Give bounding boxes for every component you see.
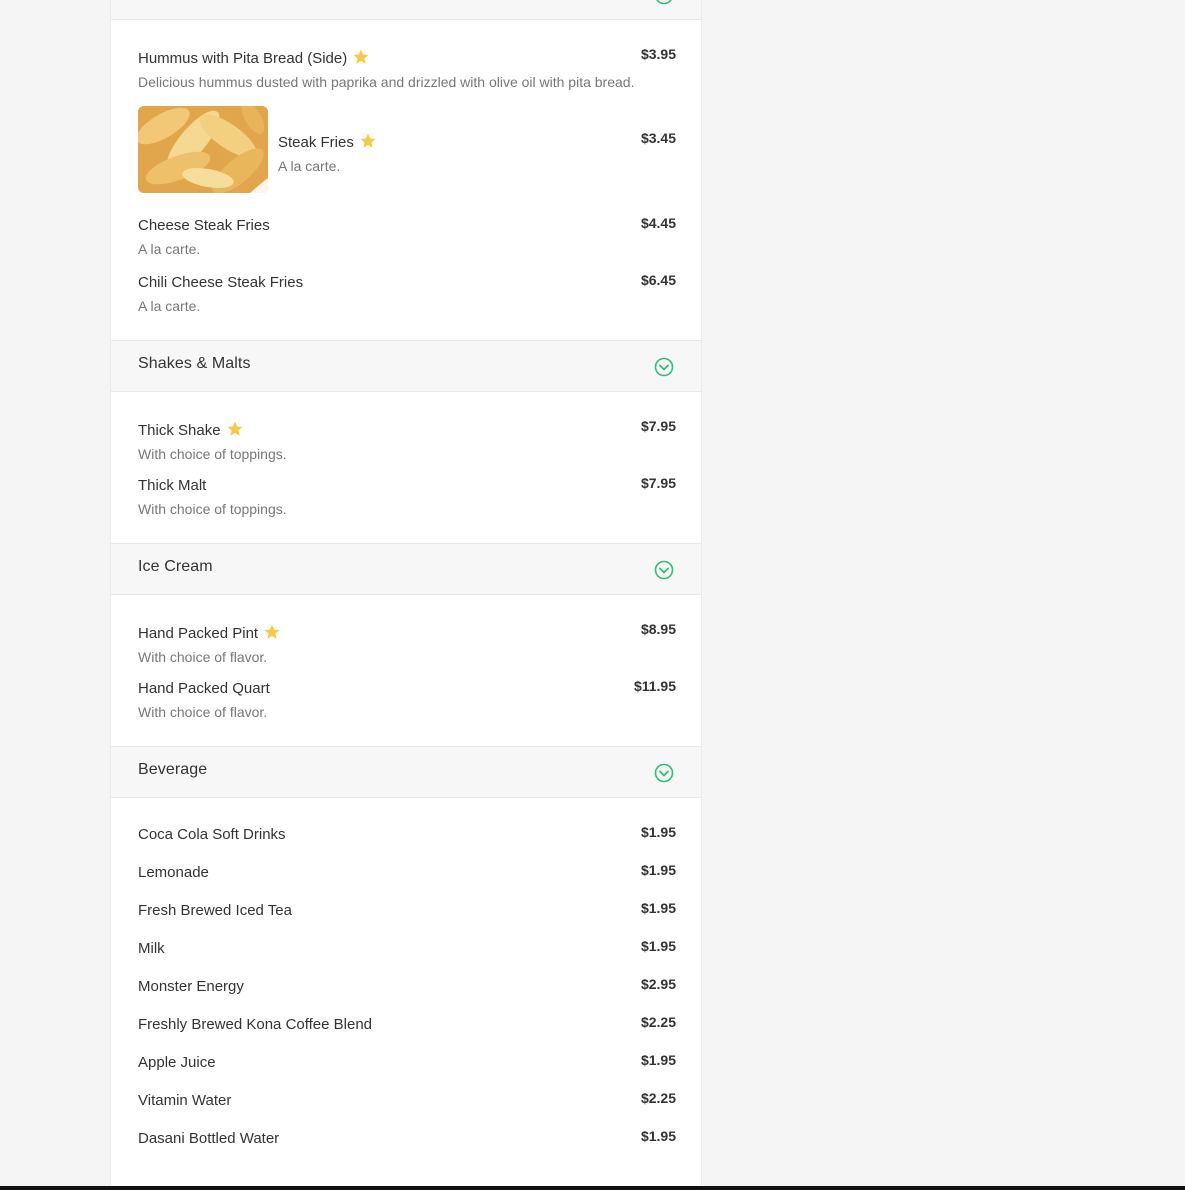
item-name: Thick Malt [138,477,207,494]
item-price: $11.95 [633,678,676,694]
item-price: $3.45 [640,130,676,146]
item-price: $3.95 [640,46,676,62]
item-description: Delicious hummus dusted with paprika and… [138,74,635,90]
menu-item-beverage[interactable]: Milk $1.95 [138,938,676,958]
chevron-down-icon[interactable] [654,0,674,5]
item-price: $1.95 [640,862,676,878]
menu-item-beverage[interactable]: Fresh Brewed Iced Tea $1.95 [138,900,676,920]
item-description: With choice of toppings. [138,446,287,462]
menu-column: Hummus with Pita Bread (Side) Delicious … [110,0,702,1186]
section-header-ice-cream[interactable]: Ice Cream [111,543,701,595]
section-header-previous[interactable] [111,0,701,20]
star-icon [264,624,280,639]
item-description: A la carte. [138,241,201,257]
item-price: $1.95 [640,1052,676,1068]
menu-item-beverage[interactable]: Coca Cola Soft Drinks $1.95 [138,824,676,844]
item-name: Dasani Bottled Water [138,1130,280,1147]
chevron-down-icon[interactable] [654,560,674,580]
item-name: Hand Packed Pint [138,625,259,642]
section-header-shakes[interactable]: Shakes & Malts [111,340,701,392]
item-name: Thick Shake [138,422,221,439]
item-description: With choice of flavor. [138,704,268,720]
item-price: $7.95 [640,418,676,434]
menu-item-beverage[interactable]: Lemonade $1.95 [138,862,676,882]
menu-item-hummus[interactable]: Hummus with Pita Bread (Side) Delicious … [138,46,676,90]
item-description: With choice of flavor. [138,649,268,665]
item-description: With choice of toppings. [138,501,287,517]
item-name: Monster Energy [138,978,244,995]
fries-photo[interactable] [138,106,268,193]
item-name: Fresh Brewed Iced Tea [138,902,292,919]
section-header-beverage[interactable]: Beverage [111,746,701,798]
menu-item-beverage[interactable]: Apple Juice $1.95 [138,1052,676,1072]
item-name: Apple Juice [138,1054,216,1071]
menu-page: Hummus with Pita Bread (Side) Delicious … [0,0,1185,1190]
menu-item-thick-malt[interactable]: Thick Malt With choice of toppings. $7.9… [138,475,676,517]
bottom-bar [0,1186,1185,1190]
item-description: A la carte. [278,158,341,174]
item-name: Hummus with Pita Bread (Side) [138,50,348,67]
item-price: $1.95 [640,900,676,916]
chevron-down-icon[interactable] [654,763,674,783]
item-name: Vitamin Water [138,1092,232,1109]
item-name: Hand Packed Quart [138,680,270,697]
item-name: Steak Fries [278,134,354,151]
menu-item-beverage[interactable]: Monster Energy $2.95 [138,976,676,996]
item-description: A la carte. [138,298,201,314]
item-price: $8.95 [640,621,676,637]
section-title: Beverage [138,761,208,778]
star-icon [227,421,243,436]
menu-item-thick-shake[interactable]: Thick Shake With choice of toppings. $7.… [138,418,676,462]
menu-item-chili-cheese-steak-fries[interactable]: Chili Cheese Steak Fries A la carte. $6.… [138,272,676,314]
item-name: Cheese Steak Fries [138,217,270,234]
item-price: $6.45 [640,272,676,288]
item-price: $2.25 [640,1090,676,1106]
menu-item-beverage[interactable]: Freshly Brewed Kona Coffee Blend $2.25 [138,1014,676,1034]
item-price: $2.95 [640,976,676,992]
item-name: Chili Cheese Steak Fries [138,274,304,291]
item-price: $1.95 [640,824,676,840]
item-price: $2.25 [640,1014,676,1030]
item-price: $4.45 [640,215,676,231]
item-price: $1.95 [640,1128,676,1144]
item-name: Lemonade [138,864,209,881]
item-price: $1.95 [640,938,676,954]
star-icon [353,49,369,64]
section-title: Ice Cream [138,558,213,575]
chevron-down-icon[interactable] [654,357,674,377]
menu-item-beverage[interactable]: Vitamin Water $2.25 [138,1090,676,1110]
item-name: Milk [138,940,165,957]
item-price: $7.95 [640,475,676,491]
menu-item-hand-packed-quart[interactable]: Hand Packed Quart With choice of flavor.… [138,678,676,720]
menu-item-beverage[interactable]: Dasani Bottled Water $1.95 [138,1128,676,1148]
star-icon [360,133,376,148]
fries-image [138,106,268,193]
menu-item-hand-packed-pint[interactable]: Hand Packed Pint With choice of flavor. … [138,621,676,665]
section-title: Shakes & Malts [138,355,251,372]
item-name: Coca Cola Soft Drinks [138,826,286,843]
item-name: Freshly Brewed Kona Coffee Blend [138,1016,373,1033]
menu-item-steak-fries[interactable]: Steak Fries A la carte. $3.45 [278,130,676,174]
menu-item-cheese-steak-fries[interactable]: Cheese Steak Fries A la carte. $4.45 [138,215,676,257]
